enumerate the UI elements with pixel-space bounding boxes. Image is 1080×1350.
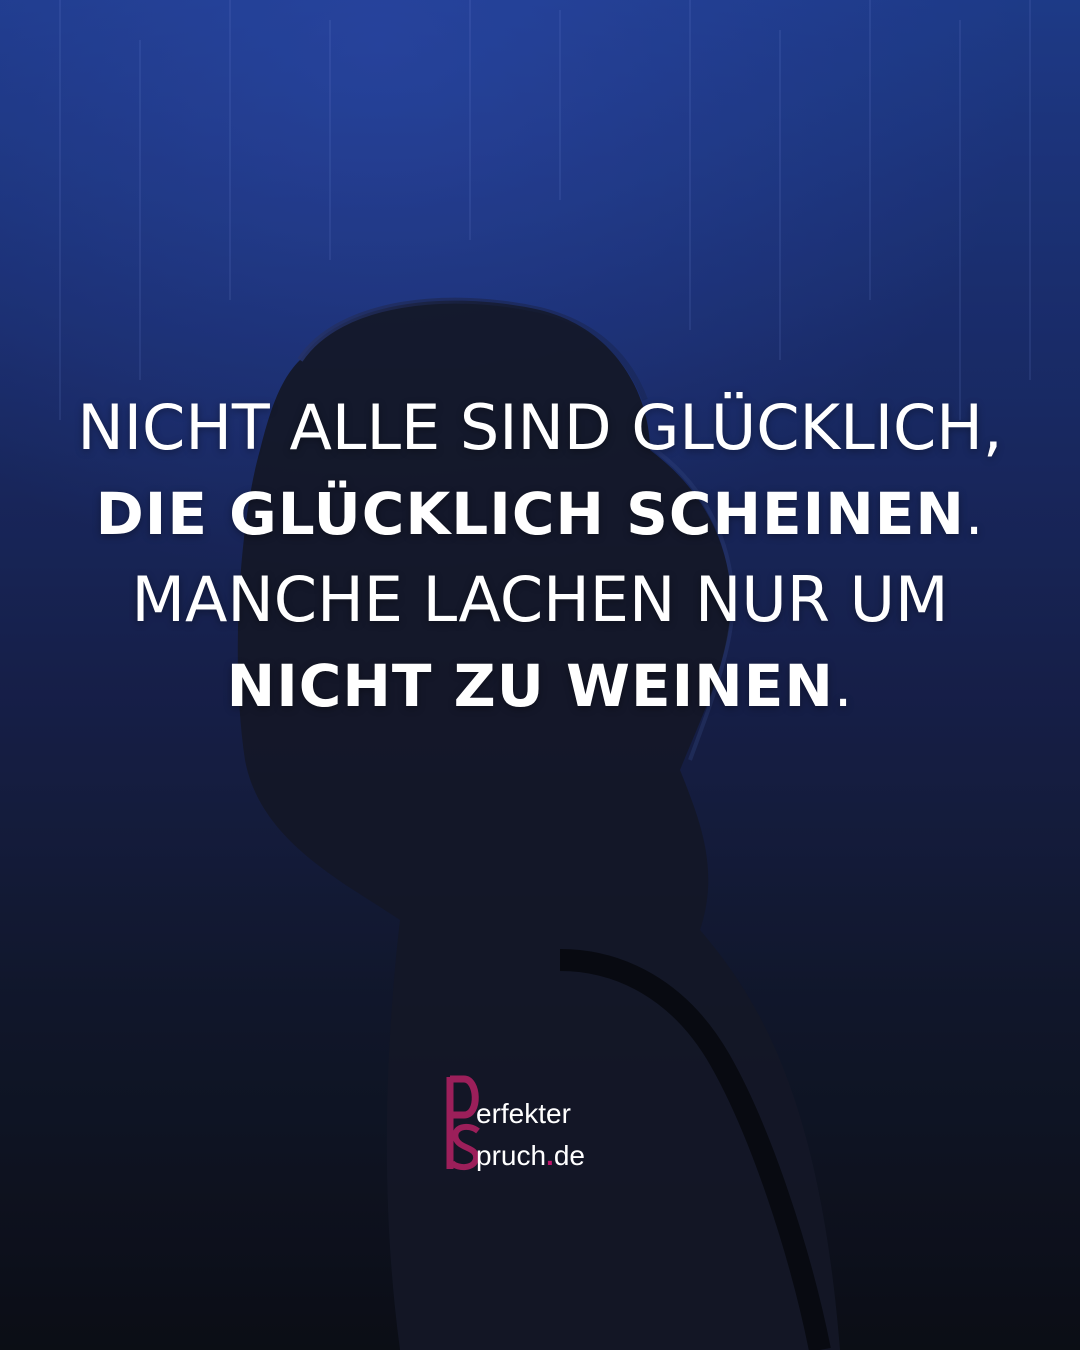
quote-line-1: NICHT ALLE SIND GLÜCKLICH, — [77, 391, 1003, 464]
perfekter-spruch-logo: erfekter pruch.de — [446, 1075, 646, 1175]
logo-word-spruch: pruch.de — [476, 1141, 585, 1171]
quote-line-4: NICHT ZU WEINEN. — [0, 643, 1080, 729]
quote-line-3: MANCHE LACHEN NUR UM — [131, 563, 949, 636]
quote-line-4-text: NICHT ZU WEINEN — [226, 652, 834, 720]
quote-line-2-period: . — [964, 480, 985, 548]
quote-line-4-period: . — [833, 652, 854, 720]
quote-text: NICHT ALLE SIND GLÜCKLICH, DIE GLÜCKLICH… — [0, 385, 1080, 729]
logo-tld: de — [553, 1140, 585, 1171]
logo-word-erfekter: erfekter — [476, 1098, 571, 1129]
logo-word-pruch: pruch — [476, 1140, 547, 1171]
quote-line-2: DIE GLÜCKLICH SCHEINEN. — [0, 471, 1080, 557]
logo-dot: . — [546, 1140, 554, 1171]
quote-line-2-text: DIE GLÜCKLICH SCHEINEN — [95, 480, 965, 548]
